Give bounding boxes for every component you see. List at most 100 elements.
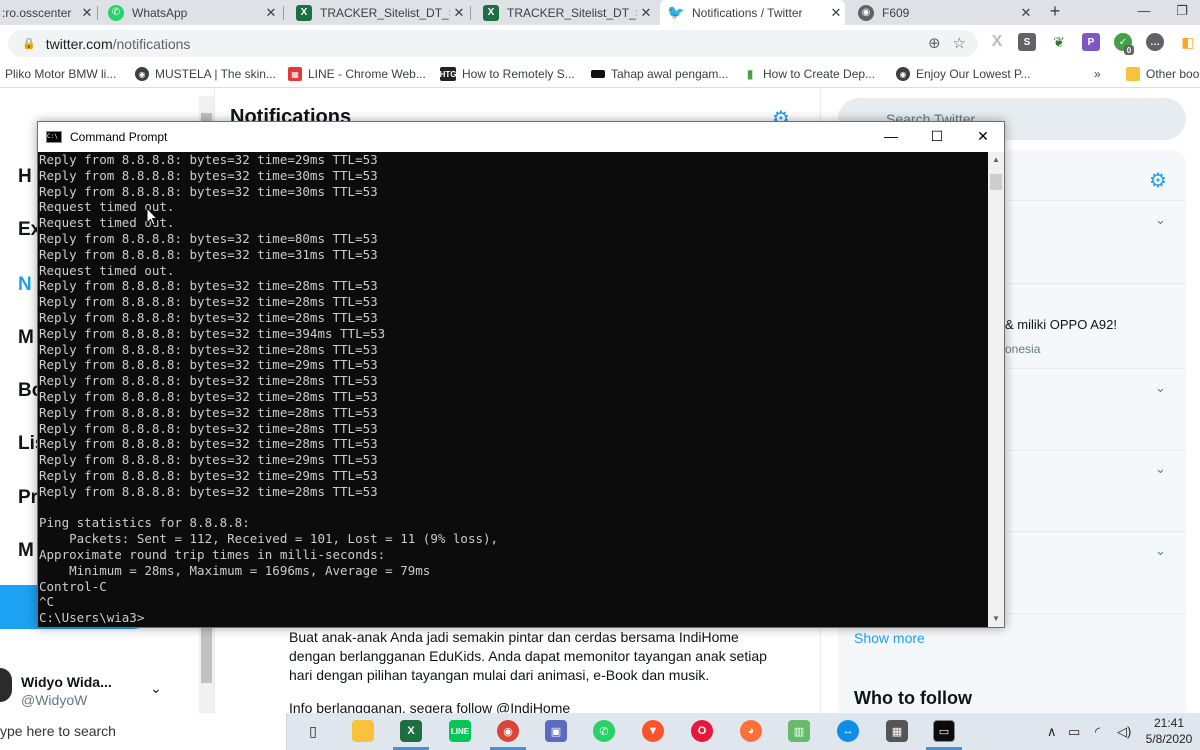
- bookmark-item[interactable]: ▦ LINE - Chrome Web...: [288, 67, 426, 81]
- trend-promoted-text[interactable]: & miliki OPPO A92!: [1005, 317, 1117, 332]
- nav-notifications[interactable]: N: [18, 274, 32, 296]
- chevron-down-icon[interactable]: ⌄: [150, 680, 162, 697]
- scroll-up-icon[interactable]: ▲: [988, 152, 1004, 168]
- close-icon[interactable]: ✕: [827, 5, 845, 21]
- bookmark-label: How to Create Dep...: [763, 67, 876, 81]
- tab-f609[interactable]: ◉ F609 ✕: [850, 0, 1035, 25]
- opera-icon[interactable]: O: [691, 720, 713, 742]
- cmd-scrollbar-thumb[interactable]: [990, 174, 1002, 190]
- cmd-icon: C:\: [46, 131, 62, 143]
- trends-settings-gear-icon[interactable]: ⚙: [1149, 168, 1167, 193]
- extension-s-icon[interactable]: S: [1018, 33, 1036, 51]
- bookmark-item[interactable]: ◉ MUSTELA | The skin...: [135, 67, 276, 81]
- close-icon[interactable]: ✕: [450, 5, 468, 21]
- bookmark-item[interactable]: ▮ How to Create Dep...: [743, 67, 875, 81]
- taskbar-search-input[interactable]: ype here to search: [0, 713, 287, 750]
- tab-tracker-2[interactable]: X TRACKER_Sitelist_DT_SS ✕: [475, 0, 655, 25]
- whatsapp-icon[interactable]: ✆: [593, 720, 615, 742]
- calculator-icon[interactable]: ▦: [886, 720, 908, 742]
- minimize-window-icon[interactable]: —: [1130, 0, 1158, 25]
- chevron-down-icon[interactable]: ⌄: [1155, 461, 1166, 477]
- profile-icon[interactable]: ◧: [1176, 33, 1200, 51]
- close-icon[interactable]: ✕: [637, 5, 655, 21]
- bookmarks-overflow-button[interactable]: »: [1094, 67, 1101, 81]
- show-more-link[interactable]: Show more: [854, 630, 925, 646]
- maximize-button[interactable]: ☐: [914, 122, 960, 152]
- extension-leaf-icon[interactable]: ❦: [1050, 33, 1068, 51]
- cmd-icon[interactable]: ▭: [933, 720, 955, 742]
- wifi-icon[interactable]: ◜: [1095, 724, 1100, 740]
- bookmark-item[interactable]: ◉ Enjoy Our Lowest P...: [896, 67, 1031, 81]
- tab-whatsapp[interactable]: ✆ WhatsApp ✕: [100, 0, 280, 25]
- clock[interactable]: 21:41 5/8/2020: [1143, 715, 1195, 747]
- cmd-output-line: Reply from 8.8.8.8: bytes=32 time=29ms T…: [39, 452, 378, 468]
- excel-icon: X: [483, 4, 499, 21]
- cmd-output[interactable]: Reply from 8.8.8.8: bytes=32 time=29ms T…: [38, 152, 988, 627]
- network-tray-icon[interactable]: ▭: [1068, 724, 1080, 740]
- firefox-icon[interactable]: ◕: [740, 720, 762, 742]
- extension-pdf-icon[interactable]: P: [1082, 33, 1100, 51]
- nav-messages[interactable]: M: [18, 327, 34, 349]
- windows-taskbar: ype here to search ▯ X LINE ◉ ▣ ✆ ▼ O ◕ …: [0, 713, 1200, 750]
- cmd-output-line: Reply from 8.8.8.8: bytes=32 time=29ms T…: [39, 467, 378, 483]
- tab-osscenter[interactable]: :ro.osscenter ✕: [0, 0, 96, 25]
- task-view-icon[interactable]: ▯: [302, 720, 324, 742]
- chrome-icon[interactable]: ◉: [497, 720, 519, 742]
- nav-more[interactable]: M: [18, 540, 34, 562]
- extension-chat-icon[interactable]: …: [1146, 33, 1164, 51]
- new-tab-button[interactable]: +: [1043, 0, 1067, 25]
- brave-icon[interactable]: ▼: [642, 720, 664, 742]
- command-prompt-window[interactable]: C:\ Command Prompt — ☐ ✕ Reply from 8.8.…: [37, 121, 1005, 628]
- chevron-down-icon[interactable]: ⌄: [1155, 212, 1166, 228]
- cmd-output-line: Control-C: [39, 578, 107, 594]
- chevron-down-icon[interactable]: ⌄: [1155, 543, 1166, 559]
- network-icon[interactable]: ▣: [545, 720, 567, 742]
- close-icon[interactable]: ✕: [78, 5, 96, 21]
- nav-profile[interactable]: Pr: [18, 487, 38, 509]
- chevron-up-icon[interactable]: ∧: [1047, 724, 1057, 740]
- bookmark-star-icon[interactable]: ☆: [953, 34, 966, 52]
- tweet-text-more: Info berlangganan, segera follow @IndiHo…: [289, 700, 571, 713]
- chevron-down-icon[interactable]: ⌄: [1155, 380, 1166, 396]
- line-icon[interactable]: LINE: [449, 720, 471, 742]
- browser-toolbar: 🔒 twitter.com/notifications ⊕ ☆ X S ❦ P …: [0, 25, 1200, 62]
- volume-icon[interactable]: ◁): [1117, 724, 1131, 740]
- tab-tracker-1[interactable]: X TRACKER_Sitelist_DT_SS ✕: [288, 0, 468, 25]
- folder-icon: [1126, 67, 1140, 81]
- extension-x-icon[interactable]: X: [988, 33, 1006, 51]
- close-icon[interactable]: ✕: [262, 5, 280, 21]
- scroll-down-icon[interactable]: ▼: [988, 611, 1004, 627]
- nav-home[interactable]: H: [18, 166, 32, 188]
- add-icon[interactable]: ⊕: [928, 34, 941, 52]
- close-icon[interactable]: ✕: [1017, 5, 1035, 21]
- excel-icon[interactable]: X: [400, 720, 422, 742]
- file-explorer-icon[interactable]: [352, 720, 374, 742]
- address-host: twitter.com: [45, 35, 113, 52]
- cmd-output-line: Reply from 8.8.8.8: bytes=32 time=30ms T…: [39, 167, 378, 183]
- trend-promoted-sub: onesia: [1005, 342, 1041, 356]
- teamviewer-icon[interactable]: ↔: [837, 720, 859, 742]
- omnibox-actions: ⊕ ☆: [928, 34, 966, 52]
- spreadsheet-icon[interactable]: ▥: [788, 720, 810, 742]
- minimize-button[interactable]: —: [868, 122, 914, 152]
- globe-icon: ◉: [135, 67, 149, 81]
- account-name: Widyo Wida...: [21, 674, 112, 690]
- close-button[interactable]: ✕: [960, 122, 1006, 152]
- other-bookmarks-folder[interactable]: Other boo: [1126, 67, 1199, 81]
- globe-icon: ◉: [896, 67, 910, 81]
- cmd-titlebar[interactable]: C:\ Command Prompt — ☐ ✕: [38, 122, 1004, 152]
- address-bar[interactable]: 🔒 twitter.com/notifications ⊕ ☆: [8, 30, 978, 57]
- globe-icon: ◉: [858, 4, 874, 21]
- bookmark-item[interactable]: HTG How to Remotely S...: [440, 67, 575, 81]
- account-switcher[interactable]: Widyo Wida... @WidyoW ⌄: [0, 668, 200, 713]
- restore-window-icon[interactable]: ❐: [1168, 0, 1196, 25]
- cmd-output-line: Reply from 8.8.8.8: bytes=32 time=28ms T…: [39, 278, 378, 294]
- cmd-scrollbar[interactable]: ▲ ▼: [988, 152, 1004, 627]
- bookmark-item[interactable]: Pliko Motor BMW li...: [5, 67, 116, 81]
- bookmark-item[interactable]: Tahap awal pengam...: [591, 67, 728, 81]
- tab-twitter-notifications[interactable]: 🐦 Notifications / Twitter ✕: [660, 0, 845, 25]
- cmd-output-line: Request timed out.: [39, 215, 175, 231]
- cmd-output-line: Reply from 8.8.8.8: bytes=32 time=29ms T…: [39, 357, 378, 373]
- cmd-output-line: Reply from 8.8.8.8: bytes=32 time=30ms T…: [39, 183, 378, 199]
- tab-label: WhatsApp: [132, 5, 188, 20]
